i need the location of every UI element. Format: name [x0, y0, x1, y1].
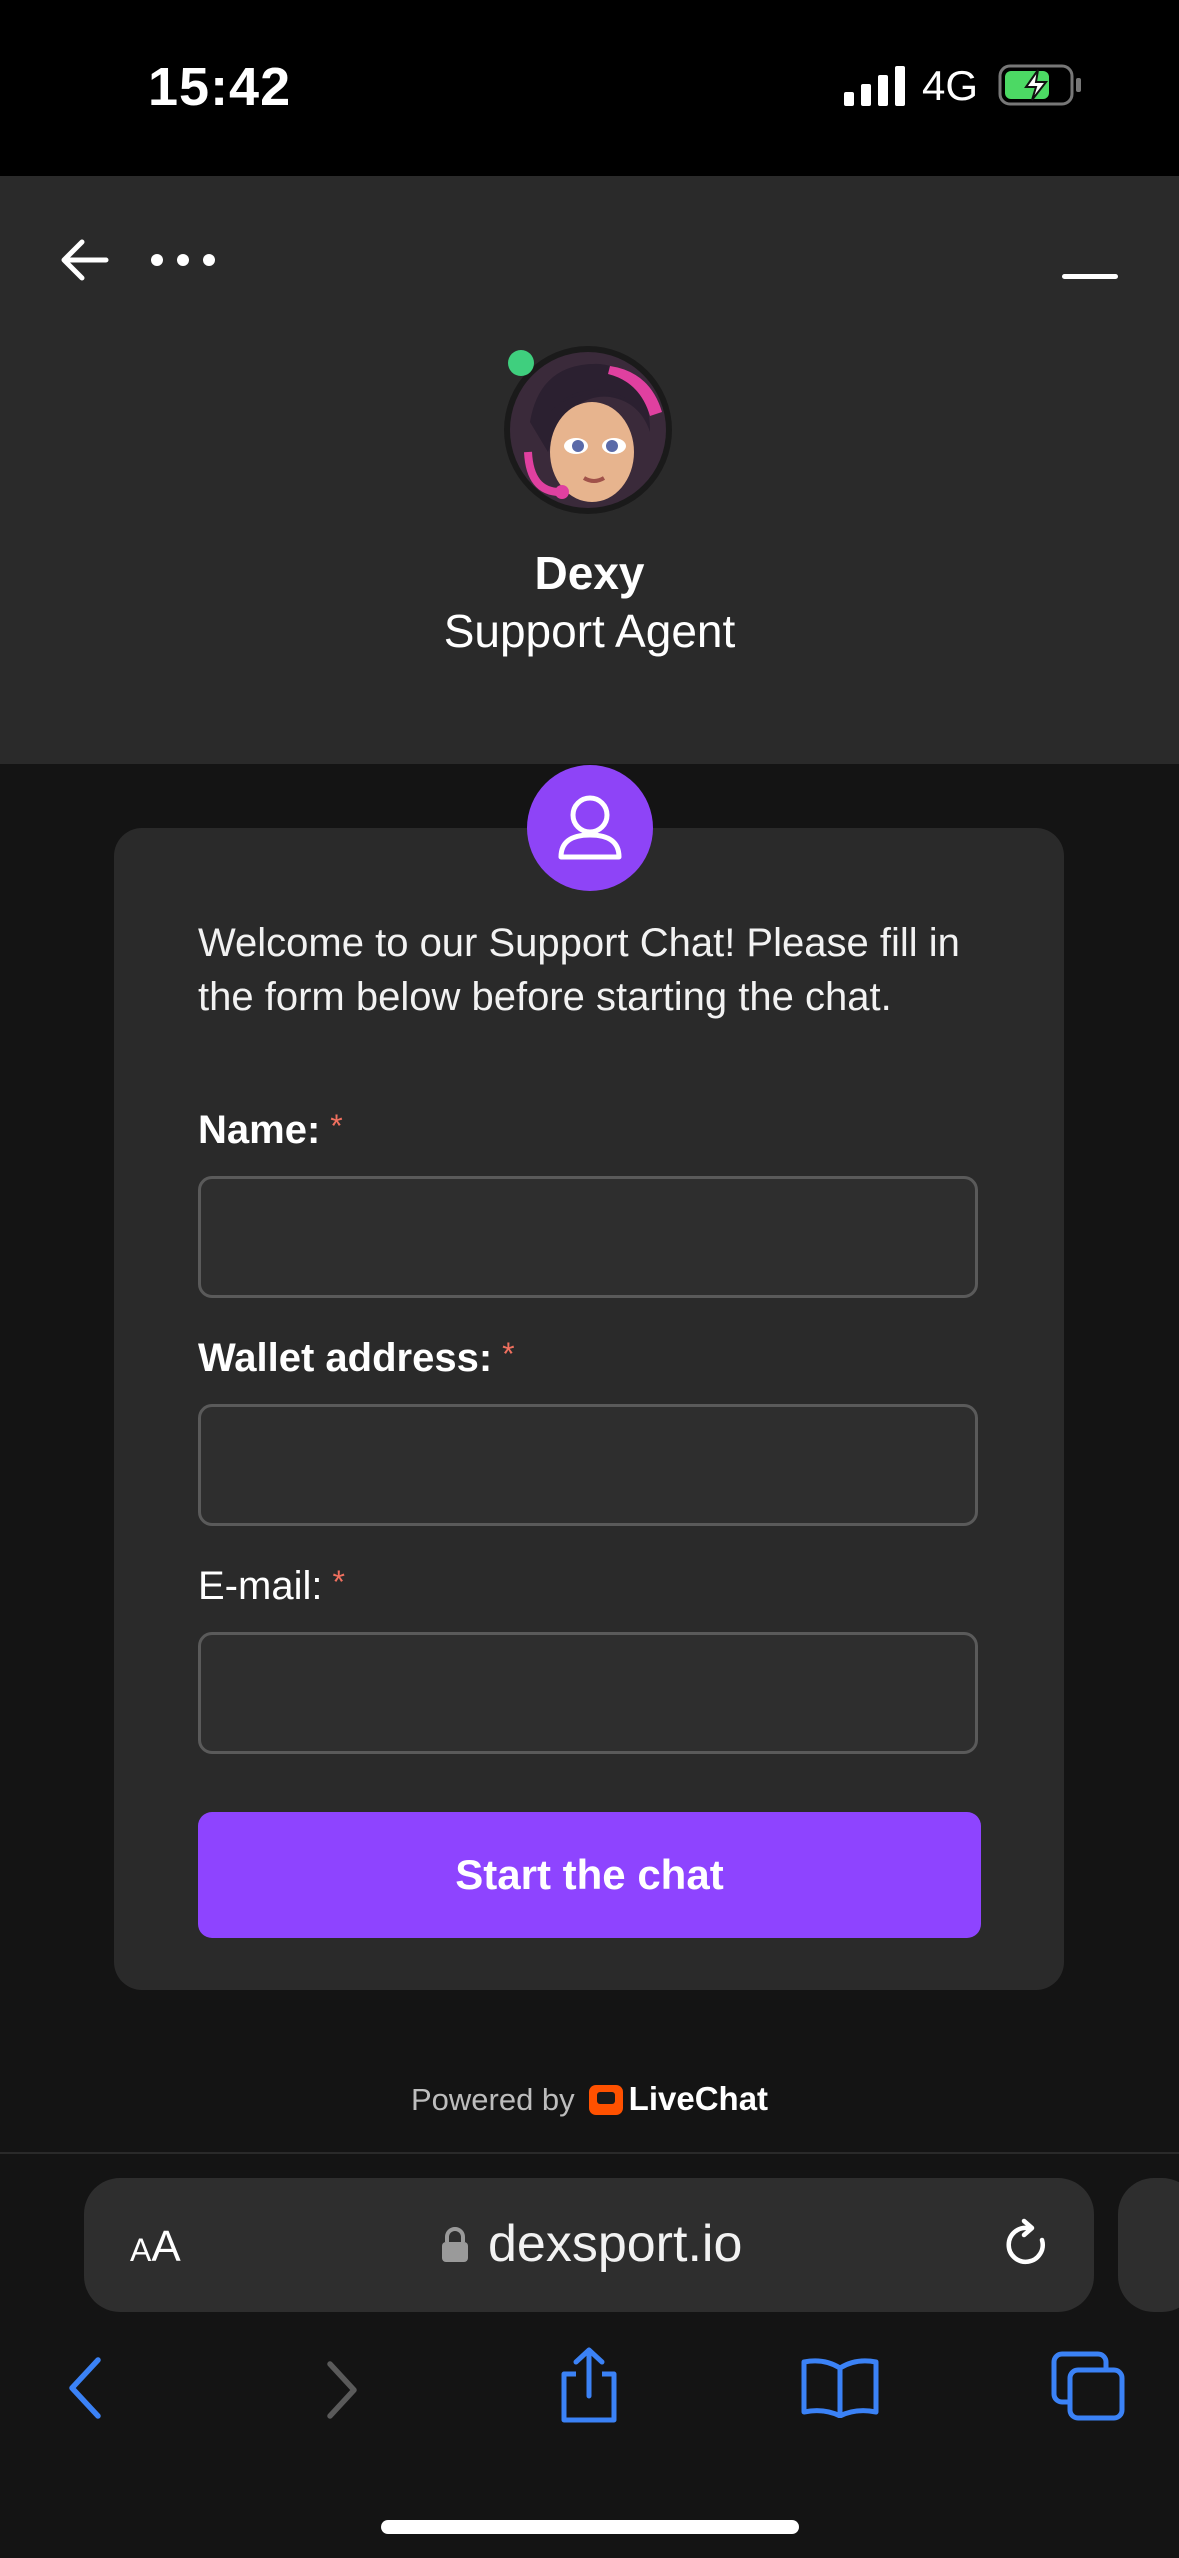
text-size-button[interactable]: AA	[130, 2222, 181, 2272]
status-time: 15:42	[148, 57, 292, 117]
minimize-icon[interactable]	[1062, 272, 1118, 282]
reload-icon[interactable]	[1002, 2218, 1052, 2272]
agent-role: Support Agent	[443, 605, 736, 657]
share-icon[interactable]	[554, 2346, 624, 2426]
lock-icon	[442, 2227, 468, 2262]
more-horizontal-icon[interactable]	[150, 250, 216, 270]
required-mark: *	[502, 1336, 515, 1372]
forward-icon[interactable]	[322, 2360, 362, 2420]
user-icon	[558, 795, 622, 860]
url-text[interactable]: dexsport.io	[488, 2214, 742, 2274]
email-label: E-mail: *	[198, 1564, 345, 1608]
arrow-left-icon[interactable]	[56, 232, 112, 288]
email-input[interactable]	[198, 1632, 978, 1754]
online-status-dot	[508, 350, 534, 376]
wallet-address-label: Wallet address: *	[198, 1336, 515, 1380]
required-mark: *	[332, 1564, 345, 1600]
wallet-address-input[interactable]	[198, 1404, 978, 1526]
user-icon-badge	[527, 765, 653, 891]
network-type: 4G	[922, 62, 979, 109]
back-icon[interactable]	[64, 2356, 108, 2420]
form-intro-text: Welcome to our Support Chat! Please fill…	[198, 921, 960, 1019]
powered-by[interactable]: Powered by LiveChat	[0, 2080, 1179, 2118]
home-indicator	[381, 2520, 799, 2534]
required-mark: *	[330, 1108, 343, 1144]
bookmarks-icon[interactable]	[800, 2356, 880, 2418]
next-tab-peek[interactable]	[1118, 2178, 1179, 2312]
name-label: Name: *	[198, 1108, 343, 1152]
agent-name: Dexy	[534, 547, 645, 599]
battery-charging-icon	[998, 64, 1081, 106]
livechat-logo-icon	[588, 2085, 623, 2115]
start-chat-button[interactable]: Start the chat	[198, 1812, 981, 1938]
name-input[interactable]	[198, 1176, 978, 1298]
signal-icon	[844, 66, 905, 106]
tabs-icon[interactable]	[1050, 2350, 1126, 2422]
